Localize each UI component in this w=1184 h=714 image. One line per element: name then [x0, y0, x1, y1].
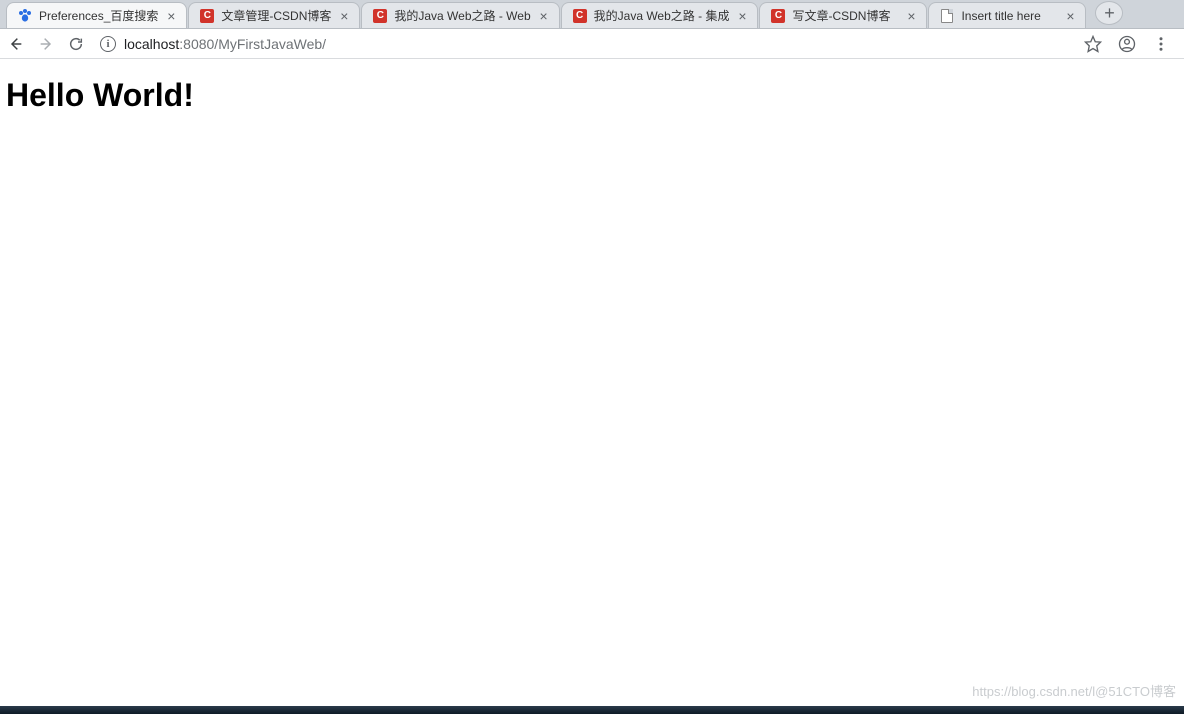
page-heading: Hello World!	[6, 77, 1178, 114]
page-icon	[939, 8, 955, 24]
arrow-right-icon	[38, 36, 54, 52]
tab-label: 我的Java Web之路 - 集成	[594, 7, 730, 24]
page-content: Hello World!	[0, 59, 1184, 132]
url-host: localhost	[124, 36, 179, 52]
url-text: localhost:8080/MyFirstJavaWeb/	[124, 36, 326, 52]
csdn-icon: C	[572, 8, 588, 24]
tab-close-button[interactable]: ×	[1063, 9, 1077, 23]
tab-preferences[interactable]: Preferences_百度搜索 ×	[6, 2, 187, 28]
new-tab-button[interactable]: +	[1095, 1, 1123, 25]
csdn-icon: C	[199, 8, 215, 24]
tab-insert-title[interactable]: Insert title here ×	[928, 2, 1086, 28]
tab-write-article[interactable]: C 写文章-CSDN博客 ×	[759, 2, 927, 28]
forward-button[interactable]	[38, 36, 54, 52]
star-icon	[1084, 35, 1102, 53]
reload-button[interactable]	[68, 36, 84, 52]
tab-label: Insert title here	[961, 9, 1057, 23]
baidu-icon	[17, 8, 33, 24]
tab-label: 文章管理-CSDN博客	[221, 7, 331, 24]
toolbar: i localhost:8080/MyFirstJavaWeb/	[0, 29, 1184, 59]
more-vert-icon	[1152, 35, 1170, 53]
tab-close-button[interactable]: ×	[735, 9, 749, 23]
back-button[interactable]	[8, 36, 24, 52]
taskbar	[0, 706, 1184, 714]
info-icon[interactable]: i	[100, 36, 116, 52]
csdn-icon: C	[770, 8, 786, 24]
tab-article-manage[interactable]: C 文章管理-CSDN博客 ×	[188, 2, 360, 28]
tab-javaweb-2[interactable]: C 我的Java Web之路 - 集成 ×	[561, 2, 759, 28]
tab-label: Preferences_百度搜索	[39, 7, 158, 24]
tab-close-button[interactable]: ×	[337, 9, 351, 23]
tab-label: 我的Java Web之路 - Web	[394, 7, 530, 24]
plus-icon: +	[1104, 4, 1115, 22]
bookmark-button[interactable]	[1084, 35, 1102, 53]
nav-icons	[8, 36, 84, 52]
tab-close-button[interactable]: ×	[904, 9, 918, 23]
address-bar[interactable]: i localhost:8080/MyFirstJavaWeb/	[94, 33, 1074, 55]
tab-javaweb-1[interactable]: C 我的Java Web之路 - Web ×	[361, 2, 559, 28]
arrow-left-icon	[8, 36, 24, 52]
reload-icon	[68, 36, 84, 52]
account-button[interactable]	[1118, 35, 1136, 53]
tab-close-button[interactable]: ×	[537, 9, 551, 23]
toolbar-right	[1084, 35, 1174, 53]
info-glyph: i	[106, 38, 109, 50]
tab-strip: Preferences_百度搜索 × C 文章管理-CSDN博客 × C 我的J…	[0, 0, 1184, 29]
csdn-icon: C	[372, 8, 388, 24]
url-rest: :8080/MyFirstJavaWeb/	[179, 36, 326, 52]
tab-close-button[interactable]: ×	[164, 9, 178, 23]
watermark-text: https://blog.csdn.net/l@51CTO博客	[972, 681, 1176, 700]
account-icon	[1118, 34, 1136, 54]
tab-label: 写文章-CSDN博客	[792, 7, 898, 24]
menu-button[interactable]	[1152, 35, 1170, 53]
